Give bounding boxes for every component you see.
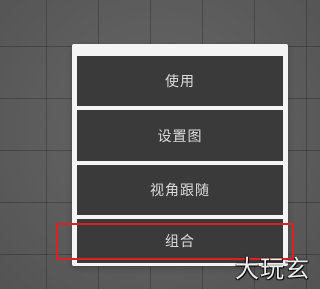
set-image-button[interactable]: 设置图 xyxy=(77,110,283,161)
camera-follow-button[interactable]: 视角跟随 xyxy=(77,165,283,215)
use-button[interactable]: 使用 xyxy=(77,56,283,106)
watermark-text: 大玩玄 xyxy=(235,255,310,283)
context-menu-panel: 使用 设置图 视角跟随 组合 xyxy=(72,44,288,266)
